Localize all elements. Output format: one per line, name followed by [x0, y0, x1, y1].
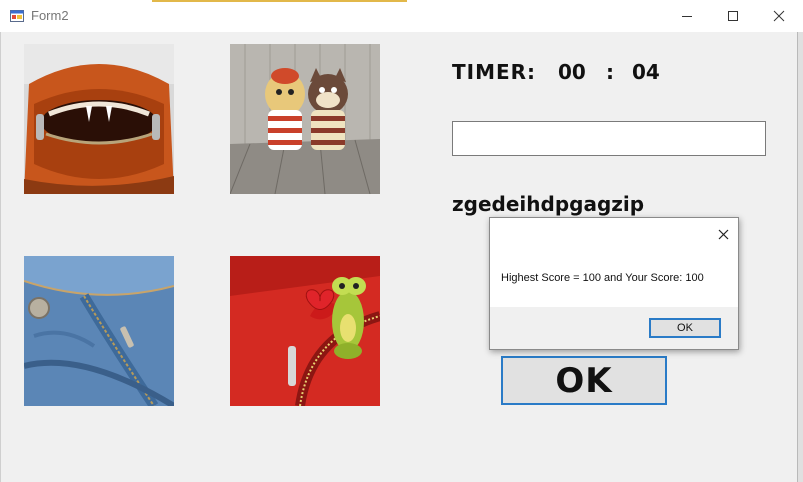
window-left-border: [0, 32, 1, 482]
maximize-icon: [728, 11, 738, 21]
frog-zipper-image: [230, 256, 380, 406]
picture-orange-bag[interactable]: [24, 44, 174, 194]
timer-minutes: 00: [558, 60, 586, 84]
message-close-button[interactable]: [713, 224, 733, 244]
window-title: Form2: [31, 8, 69, 23]
message-ok-button[interactable]: OK: [649, 318, 721, 338]
answer-input[interactable]: [452, 121, 766, 156]
close-button[interactable]: [756, 0, 802, 32]
maximize-button[interactable]: [710, 0, 756, 32]
timer-seconds: 04: [632, 60, 660, 84]
submit-ok-button[interactable]: OK: [501, 356, 667, 405]
app-icon: [10, 10, 24, 22]
scrambled-word: zgedeihdpgagzip: [452, 192, 645, 216]
message-text: Highest Score = 100 and Your Score: 100: [501, 272, 704, 284]
toy-dolls-image: [230, 44, 380, 194]
title-bar: Form2: [0, 0, 803, 32]
orange-bag-image: [24, 44, 174, 194]
picture-frog-zipper[interactable]: [230, 256, 380, 406]
picture-toy-dolls[interactable]: [230, 44, 380, 194]
timer-label: TIMER:: [452, 60, 537, 84]
close-icon: [773, 10, 785, 22]
picture-jeans-zipper[interactable]: [24, 256, 174, 406]
minimize-icon: [682, 16, 692, 17]
title-accent-strip: [152, 0, 407, 2]
score-message-box: Highest Score = 100 and Your Score: 100 …: [489, 217, 739, 350]
message-footer: OK: [490, 307, 738, 349]
minimize-button[interactable]: [664, 0, 710, 32]
timer-separator: :: [606, 60, 615, 84]
window-right-edge: [798, 32, 803, 482]
jeans-zipper-image: [24, 256, 174, 406]
close-icon: [718, 229, 728, 239]
